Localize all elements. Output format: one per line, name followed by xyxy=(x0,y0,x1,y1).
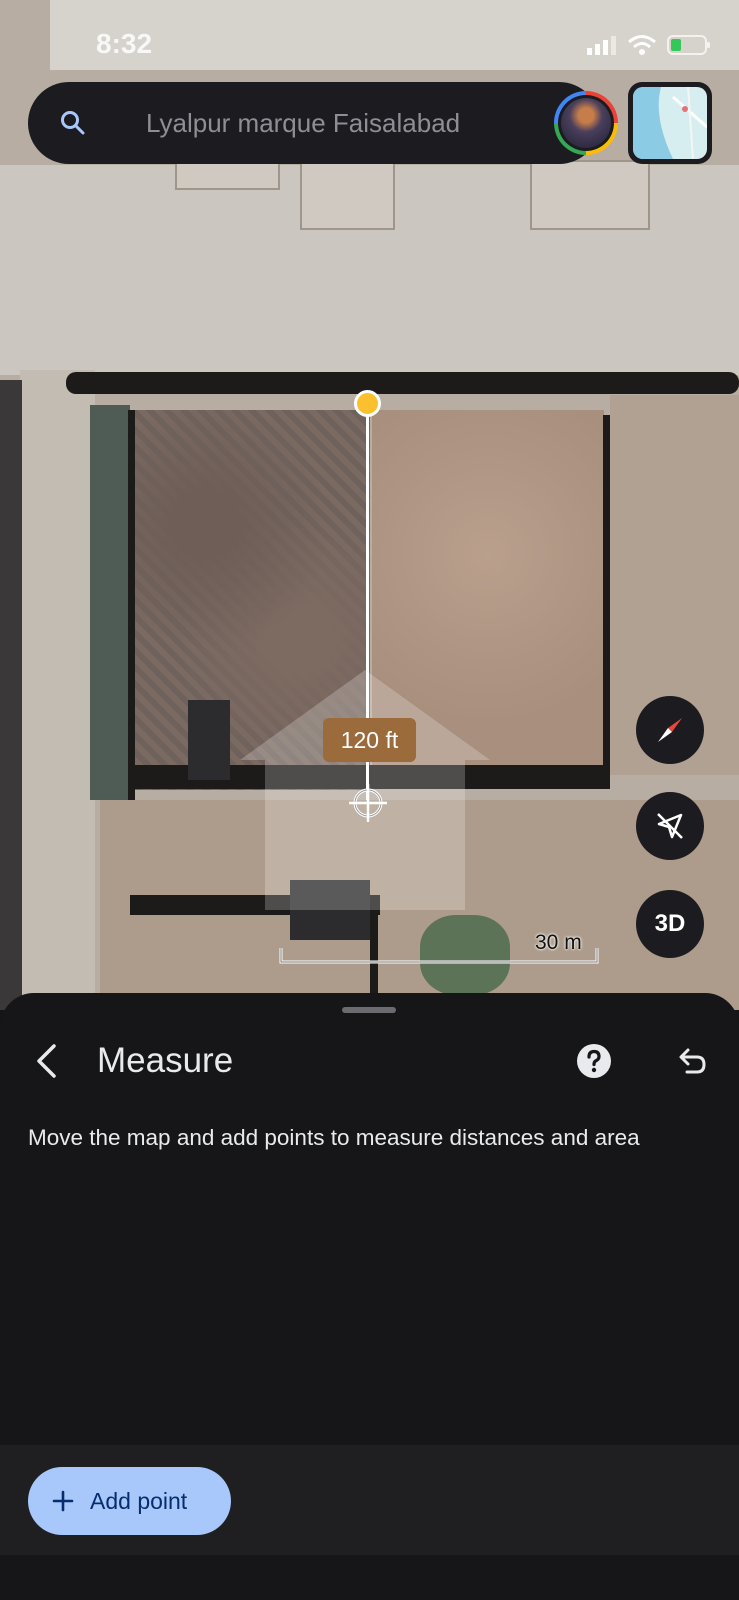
3d-toggle-button[interactable]: 3D xyxy=(636,890,704,958)
add-point-label: Add point xyxy=(90,1487,188,1514)
layers-button[interactable] xyxy=(628,82,712,164)
compass-button[interactable] xyxy=(636,696,704,764)
north-off-icon xyxy=(657,813,683,839)
help-button[interactable] xyxy=(572,1039,616,1083)
avatar[interactable] xyxy=(554,91,618,155)
add-point-button[interactable]: Add point xyxy=(28,1467,231,1535)
back-arrow-icon xyxy=(37,1044,56,1078)
map-hedge xyxy=(90,405,130,800)
help-icon xyxy=(577,1044,611,1078)
north-mode-button[interactable] xyxy=(636,792,704,860)
scale-label: 30 m xyxy=(535,931,582,954)
signal-icon xyxy=(587,36,616,55)
compass-icon xyxy=(658,718,682,742)
status-time: 8:32 xyxy=(96,28,153,59)
map-building xyxy=(530,160,650,230)
map-wall xyxy=(128,410,135,800)
status-bar: 8:32 xyxy=(0,0,739,82)
battery-icon xyxy=(667,35,710,55)
map-wall xyxy=(603,415,610,785)
map-road xyxy=(20,370,95,1010)
sheet-title: Measure xyxy=(97,1041,234,1080)
search-bar[interactable]: Lyalpur marque Faisalabad xyxy=(28,82,618,164)
satellite-map[interactable]: 120 ft 3D 30 m 8:32 Lyalpur marque Faisa… xyxy=(0,0,739,1010)
search-icon xyxy=(61,111,85,135)
distance-label: 120 ft xyxy=(323,718,416,762)
map-building xyxy=(300,160,395,230)
map-shadow xyxy=(188,700,230,780)
map-building xyxy=(175,160,280,190)
instructions-text: Move the map and add points to measure d… xyxy=(28,1125,640,1150)
undo-button[interactable] xyxy=(668,1039,714,1083)
layers-icon xyxy=(633,86,708,160)
drag-handle[interactable] xyxy=(342,1007,396,1013)
map-shadow xyxy=(0,380,22,1010)
map-wall xyxy=(66,372,739,394)
avatar-frame xyxy=(558,95,614,151)
measure-start-point[interactable] xyxy=(354,390,381,417)
wifi-icon xyxy=(628,35,656,55)
home-indicator-area xyxy=(0,1555,739,1600)
back-button[interactable] xyxy=(22,1033,72,1089)
crosshair-icon xyxy=(349,784,387,822)
status-icons xyxy=(587,34,711,56)
avatar-image xyxy=(561,98,611,148)
search-input[interactable]: Lyalpur marque Faisalabad xyxy=(146,108,460,139)
sheet-footer: Add point xyxy=(0,1445,739,1555)
undo-icon xyxy=(679,1048,706,1074)
plus-icon xyxy=(52,1490,74,1512)
